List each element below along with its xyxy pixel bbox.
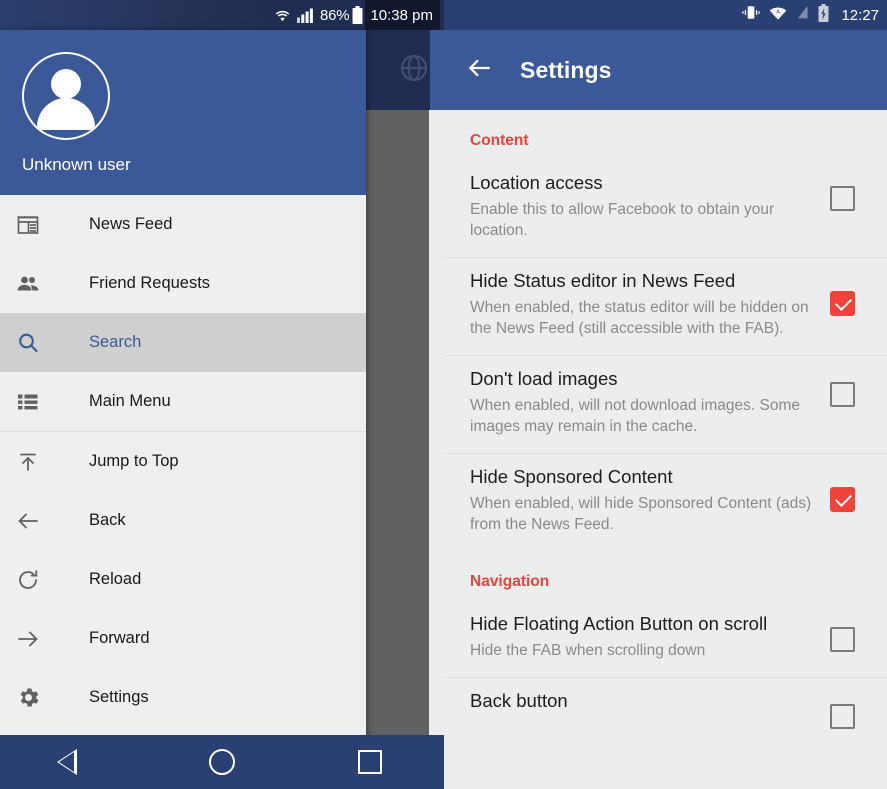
drawer-item-list: News Feed Friend Requests Search Main Me… xyxy=(0,195,366,727)
setting-row-dont-load-images[interactable]: Don't load images When enabled, will not… xyxy=(444,356,887,454)
arrow-left-icon xyxy=(16,509,62,533)
setting-title: Hide Sponsored Content xyxy=(470,466,673,487)
left-phone-panel: 86% 10:38 pm Unknown user News Feed Frie… xyxy=(0,0,444,789)
section-header-navigation: Navigation xyxy=(470,573,550,590)
section-header-content: Content xyxy=(470,132,529,149)
globe-icon[interactable] xyxy=(398,52,430,84)
nav-back-triangle-inner xyxy=(58,752,74,772)
drawer-item-label: Forward xyxy=(89,629,150,647)
drawer-item-settings[interactable]: Settings xyxy=(0,668,366,727)
arrow-right-icon xyxy=(16,627,62,651)
setting-row-hide-status-editor[interactable]: Hide Status editor in News Feed When ena… xyxy=(444,258,887,356)
setting-row-hide-sponsored-content[interactable]: Hide Sponsored Content When enabled, wil… xyxy=(444,454,887,551)
setting-subtitle: When enabled, the status editor will be … xyxy=(470,299,809,337)
setting-row-hide-fab-on-scroll[interactable]: Hide Floating Action Button on scroll Hi… xyxy=(444,601,887,678)
left-status-bar: 86% 10:38 pm xyxy=(0,0,444,30)
setting-text: Back button xyxy=(470,688,830,714)
drawer-item-main-menu[interactable]: Main Menu xyxy=(0,372,366,431)
drawer-item-back[interactable]: Back xyxy=(0,491,366,550)
drawer-item-label: Search xyxy=(89,333,142,351)
setting-subtitle: When enabled, will not download images. … xyxy=(470,397,800,435)
nav-home-button[interactable] xyxy=(187,735,257,789)
clock-label: 12:27 xyxy=(841,6,879,24)
wifi-icon xyxy=(273,8,292,23)
settings-scroll-area[interactable]: Content Location access Enable this to a… xyxy=(444,110,887,789)
svg-text:A: A xyxy=(777,9,781,15)
checkbox-hide-fab-on-scroll[interactable] xyxy=(830,627,855,652)
setting-text: Hide Floating Action Button on scroll Hi… xyxy=(470,611,830,661)
drawer-item-friend-requests[interactable]: Friend Requests xyxy=(0,254,366,313)
person-avatar-icon[interactable] xyxy=(22,52,110,140)
right-status-bar: A 12:27 xyxy=(444,0,887,30)
drawer-item-label: Settings xyxy=(89,688,149,706)
drawer-item-label: Back xyxy=(89,511,126,529)
checkbox-dont-load-images[interactable] xyxy=(830,382,855,407)
battery-charging-icon xyxy=(818,3,829,27)
drawer-item-reload[interactable]: Reload xyxy=(0,550,366,609)
background-content-edge xyxy=(429,110,444,759)
drawer-item-jump-to-top[interactable]: Jump to Top xyxy=(0,432,366,491)
setting-text: Location access Enable this to allow Fac… xyxy=(470,170,830,241)
settings-app-bar: Settings xyxy=(444,30,887,110)
page-title: Settings xyxy=(520,56,612,83)
wifi-icon: A xyxy=(769,5,787,25)
dual-phone-screenshot: 86% 10:38 pm Unknown user News Feed Frie… xyxy=(0,0,887,789)
newspaper-icon xyxy=(16,213,62,237)
right-phone-panel: A 12:27 Settings Content Location access… xyxy=(444,0,887,789)
drawer-item-news-feed[interactable]: News Feed xyxy=(0,195,366,254)
setting-title: Hide Status editor in News Feed xyxy=(470,270,736,291)
setting-subtitle: Hide the FAB when scrolling down xyxy=(470,642,706,659)
setting-text: Don't load images When enabled, will not… xyxy=(470,366,830,437)
clock-container: 10:38 pm xyxy=(365,0,440,30)
nav-recents-square-icon xyxy=(358,750,382,774)
navigation-drawer: Unknown user News Feed Friend Requests S… xyxy=(0,30,366,759)
drawer-header: Unknown user xyxy=(0,30,366,195)
setting-title: Back button xyxy=(470,690,568,711)
people-icon xyxy=(16,272,62,296)
search-icon xyxy=(16,331,62,355)
battery-percent-label: 86% xyxy=(320,6,350,24)
drawer-item-label: Reload xyxy=(89,570,142,588)
setting-text: Hide Sponsored Content When enabled, wil… xyxy=(470,464,830,535)
arrow-back-icon[interactable] xyxy=(466,55,492,86)
checkbox-hide-sponsored-content[interactable] xyxy=(830,487,855,512)
setting-title: Location access xyxy=(470,172,603,193)
gear-icon xyxy=(16,685,62,710)
setting-text: Hide Status editor in News Feed When ena… xyxy=(470,268,830,339)
setting-title: Hide Floating Action Button on scroll xyxy=(470,613,768,634)
setting-subtitle: Enable this to allow Facebook to obtain … xyxy=(470,201,775,239)
setting-row-location-access[interactable]: Location access Enable this to allow Fac… xyxy=(444,160,887,258)
cell-signal-off-icon xyxy=(795,5,810,25)
drawer-item-search[interactable]: Search xyxy=(0,313,366,372)
nav-home-circle-icon xyxy=(209,749,235,775)
background-toolbar-accent xyxy=(430,30,444,110)
android-navigation-bar xyxy=(0,735,444,789)
checkbox-location-access[interactable] xyxy=(830,186,855,211)
drawer-group-primary: News Feed Friend Requests Search Main Me… xyxy=(0,195,366,432)
vibrate-icon xyxy=(741,5,761,25)
drawer-item-forward[interactable]: Forward xyxy=(0,609,366,668)
reload-icon xyxy=(16,568,62,592)
status-bar-gradient xyxy=(0,0,290,30)
list-icon xyxy=(16,390,62,414)
drawer-item-label: News Feed xyxy=(89,215,173,233)
clock-label: 10:38 pm xyxy=(370,6,433,24)
setting-title: Don't load images xyxy=(470,368,618,389)
drawer-item-label: Jump to Top xyxy=(89,452,179,470)
avatar-head xyxy=(51,69,81,99)
checkbox-hide-status-editor[interactable] xyxy=(830,291,855,316)
drawer-item-label: Main Menu xyxy=(89,392,171,410)
drawer-item-label: Friend Requests xyxy=(89,274,211,292)
battery-icon xyxy=(352,6,363,24)
setting-row-back-button[interactable]: Back button xyxy=(444,678,887,745)
nav-back-button[interactable] xyxy=(39,735,109,789)
setting-subtitle: When enabled, will hide Sponsored Conten… xyxy=(470,495,812,533)
avatar-body xyxy=(37,98,95,130)
nav-recents-button[interactable] xyxy=(335,735,405,789)
drawer-username: Unknown user xyxy=(22,155,131,174)
cell-signal-icon xyxy=(297,8,315,23)
checkbox-back-button[interactable] xyxy=(830,704,855,729)
jump-to-top-icon xyxy=(16,450,62,474)
drawer-group-secondary: Jump to Top Back Reload Forward Settings xyxy=(0,432,366,727)
